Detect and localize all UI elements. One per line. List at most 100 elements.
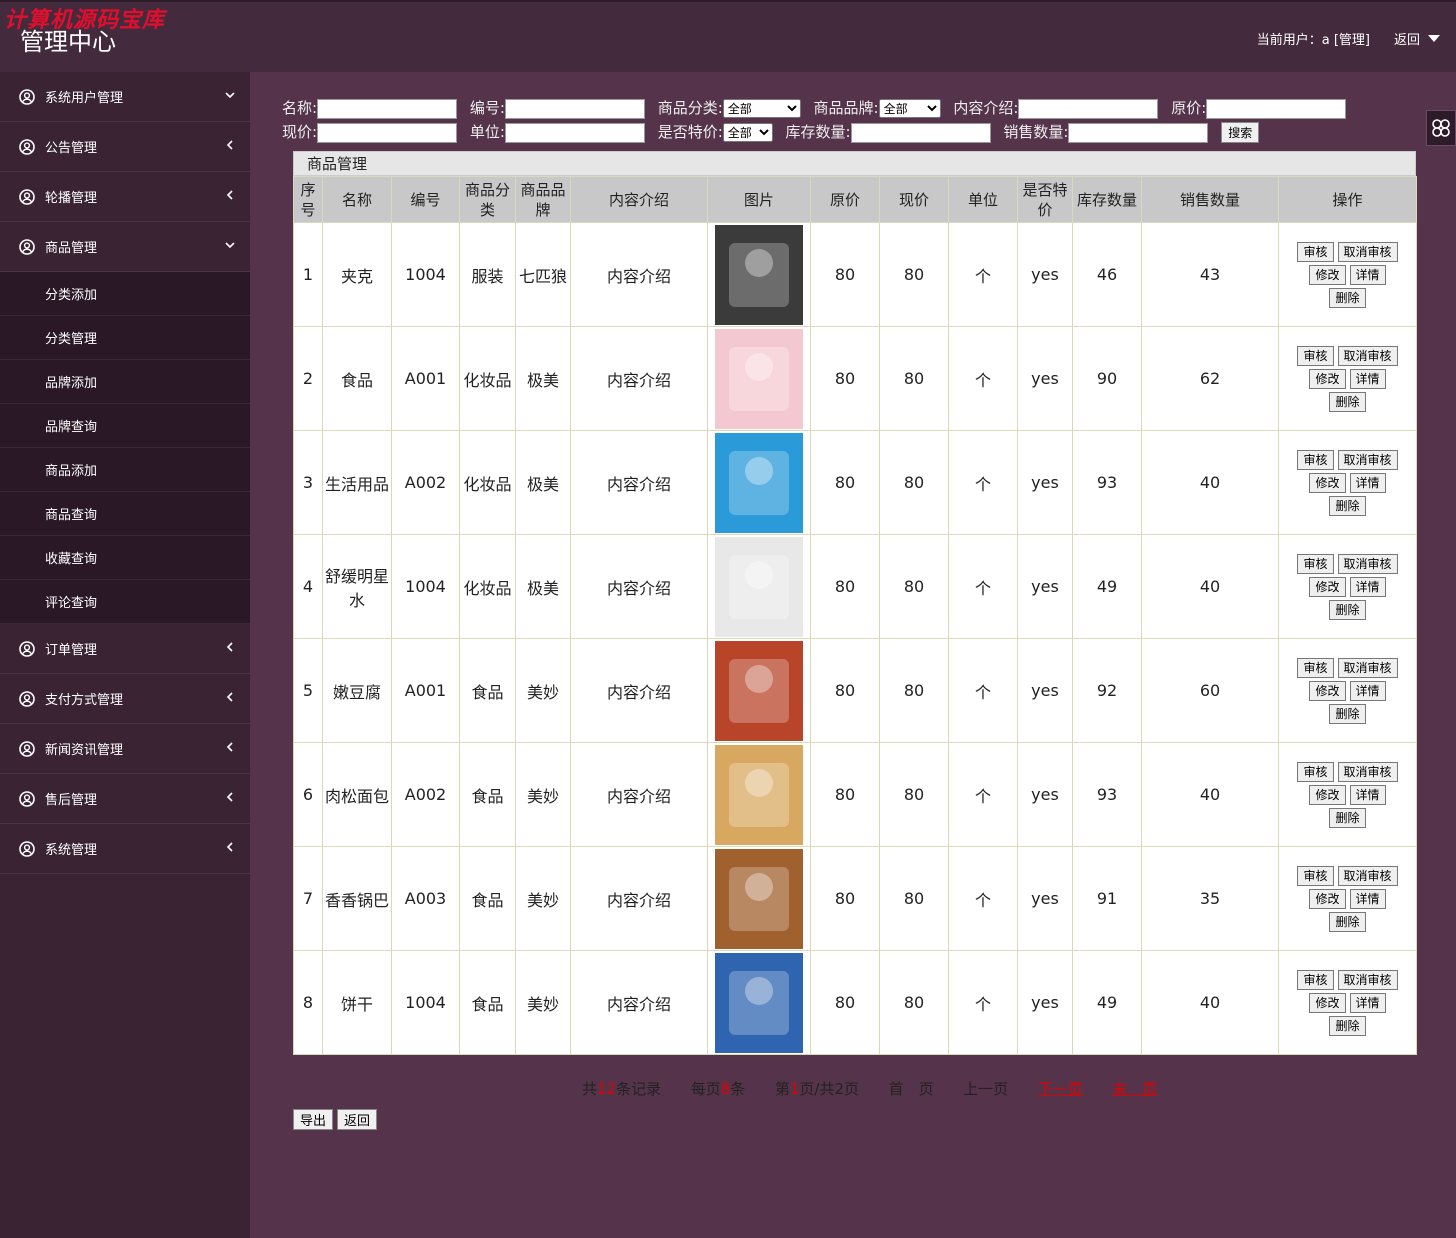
delete-button[interactable]: 删除 (1329, 391, 1366, 412)
delete-button[interactable]: 删除 (1329, 807, 1366, 828)
sidebar-subitem-4[interactable]: 商品添加 (0, 448, 250, 492)
stock-input[interactable] (850, 122, 991, 143)
settings-float-button[interactable] (1426, 110, 1456, 146)
detail-button[interactable]: 详情 (1349, 784, 1386, 805)
sidebar-subitem-7[interactable]: 评论查询 (0, 580, 250, 624)
cell-sales: 40 (1141, 742, 1279, 847)
unapprove-button[interactable]: 取消审核 (1337, 657, 1398, 678)
sales-input[interactable] (1068, 122, 1209, 143)
cell-cur: 80 (879, 846, 949, 951)
search-button[interactable]: 搜索 (1221, 122, 1260, 143)
approve-button[interactable]: 审核 (1297, 865, 1334, 886)
approve-button[interactable]: 审核 (1297, 553, 1334, 574)
delete-button[interactable]: 删除 (1329, 495, 1366, 516)
sidebar-item-1[interactable]: 公告管理 (0, 122, 250, 172)
sidebar-item-label: 售后管理 (45, 793, 98, 808)
delete-button[interactable]: 删除 (1329, 287, 1366, 308)
approve-button[interactable]: 审核 (1297, 449, 1334, 470)
unapprove-button[interactable]: 取消审核 (1337, 865, 1398, 886)
approve-button[interactable]: 审核 (1297, 657, 1334, 678)
sidebar-item-5[interactable]: 支付方式管理 (0, 674, 250, 724)
pager-per-prefix: 每页 (690, 1080, 721, 1098)
edit-button[interactable]: 修改 (1309, 888, 1346, 909)
detail-button[interactable]: 详情 (1349, 264, 1386, 285)
special-select[interactable]: 全部 (722, 123, 773, 142)
approve-button[interactable]: 审核 (1297, 969, 1334, 990)
delete-button[interactable]: 删除 (1329, 1015, 1366, 1036)
edit-button[interactable]: 修改 (1309, 264, 1346, 285)
pager-page: 1 (789, 1080, 800, 1098)
category-select[interactable]: 全部 (722, 99, 801, 118)
pager-last[interactable]: 末 页 (1112, 1080, 1157, 1098)
name-input[interactable] (317, 98, 458, 119)
pager-first[interactable]: 首 页 (889, 1080, 934, 1098)
cell-intro: 内容介绍 (570, 846, 708, 951)
sidebar-subitem-2[interactable]: 品牌添加 (0, 360, 250, 404)
cell-no: 3 (293, 430, 323, 535)
detail-button[interactable]: 详情 (1349, 368, 1386, 389)
sidebar-subitem-1[interactable]: 分类管理 (0, 316, 250, 360)
sidebar-item-6[interactable]: 新闻资讯管理 (0, 724, 250, 774)
brand-select[interactable]: 全部 (878, 99, 941, 118)
pager-next[interactable]: 下一页 (1038, 1080, 1083, 1098)
sidebar-subitem-3[interactable]: 品牌查询 (0, 404, 250, 448)
product-table: 序号 名称 编号 商品分类 商品品牌 内容介绍 图片 原价 现价 单位 是否特价 库存数量 销售数量 操作… (293, 176, 1417, 1055)
cell-name: 香香锅巴 (322, 846, 392, 951)
export-button[interactable]: 导出 (293, 1109, 334, 1130)
cell-brand: 极美 (515, 430, 571, 535)
unapprove-button[interactable]: 取消审核 (1337, 345, 1398, 366)
delete-button[interactable]: 删除 (1329, 911, 1366, 932)
detail-button[interactable]: 详情 (1349, 680, 1386, 701)
edit-button[interactable]: 修改 (1309, 576, 1346, 597)
cell-code: 1004 (391, 950, 460, 1055)
chevron-left-icon (226, 742, 233, 752)
sidebar-item-7[interactable]: 售后管理 (0, 774, 250, 824)
sidebar-item-0[interactable]: 系统用户管理 (0, 72, 250, 122)
cell-cat: 服装 (459, 222, 516, 327)
pager-prev[interactable]: 上一页 (963, 1080, 1008, 1098)
sidebar-subitem-6[interactable]: 收藏查询 (0, 536, 250, 580)
edit-button[interactable]: 修改 (1309, 680, 1346, 701)
table-row: 6 肉松面包 A002 食品 美妙 内容介绍 80 80 个 yes 93 40 审核 取消审核 修改 详情删… (293, 742, 1417, 847)
cell-no: 4 (293, 534, 323, 639)
cur-price-input[interactable] (317, 122, 458, 143)
unit-input[interactable] (504, 122, 645, 143)
user-circle-icon (19, 690, 35, 707)
detail-button[interactable]: 详情 (1349, 992, 1386, 1013)
detail-button[interactable]: 详情 (1349, 888, 1386, 909)
delete-button[interactable]: 删除 (1329, 599, 1366, 620)
back-button[interactable]: 返回 (337, 1109, 378, 1130)
delete-button[interactable]: 删除 (1329, 703, 1366, 724)
detail-button[interactable]: 详情 (1349, 472, 1386, 493)
unapprove-button[interactable]: 取消审核 (1337, 761, 1398, 782)
edit-button[interactable]: 修改 (1309, 368, 1346, 389)
cell-image (707, 222, 811, 327)
sidebar-item-8[interactable]: 系统管理 (0, 824, 250, 874)
sidebar-item-4[interactable]: 订单管理 (0, 624, 250, 674)
detail-button[interactable]: 详情 (1349, 576, 1386, 597)
orig-price-input[interactable] (1206, 98, 1347, 119)
sidebar-item-3[interactable]: 商品管理 (0, 222, 250, 272)
intro-input[interactable] (1018, 98, 1159, 119)
approve-button[interactable]: 审核 (1297, 345, 1334, 366)
sidebar-item-2[interactable]: 轮播管理 (0, 172, 250, 222)
unapprove-button[interactable]: 取消审核 (1337, 969, 1398, 990)
product-image (715, 640, 803, 741)
code-input[interactable] (504, 98, 645, 119)
approve-button[interactable]: 审核 (1297, 761, 1334, 782)
header-back-button[interactable]: 返回 (1394, 29, 1440, 48)
cell-name: 食品 (322, 326, 392, 431)
pager-total-suffix: 条记录 (616, 1080, 662, 1098)
unapprove-button[interactable]: 取消审核 (1337, 241, 1398, 262)
edit-button[interactable]: 修改 (1309, 472, 1346, 493)
edit-button[interactable]: 修改 (1309, 784, 1346, 805)
unapprove-button[interactable]: 取消审核 (1337, 553, 1398, 574)
code-label: 编号: (469, 99, 505, 117)
sidebar-subitem-5[interactable]: 商品查询 (0, 492, 250, 536)
unapprove-button[interactable]: 取消审核 (1337, 449, 1398, 470)
approve-button[interactable]: 审核 (1297, 241, 1334, 262)
cell-image (707, 638, 811, 743)
category-label: 商品分类: (657, 99, 723, 117)
sidebar-subitem-0[interactable]: 分类添加 (0, 272, 250, 316)
edit-button[interactable]: 修改 (1309, 992, 1346, 1013)
